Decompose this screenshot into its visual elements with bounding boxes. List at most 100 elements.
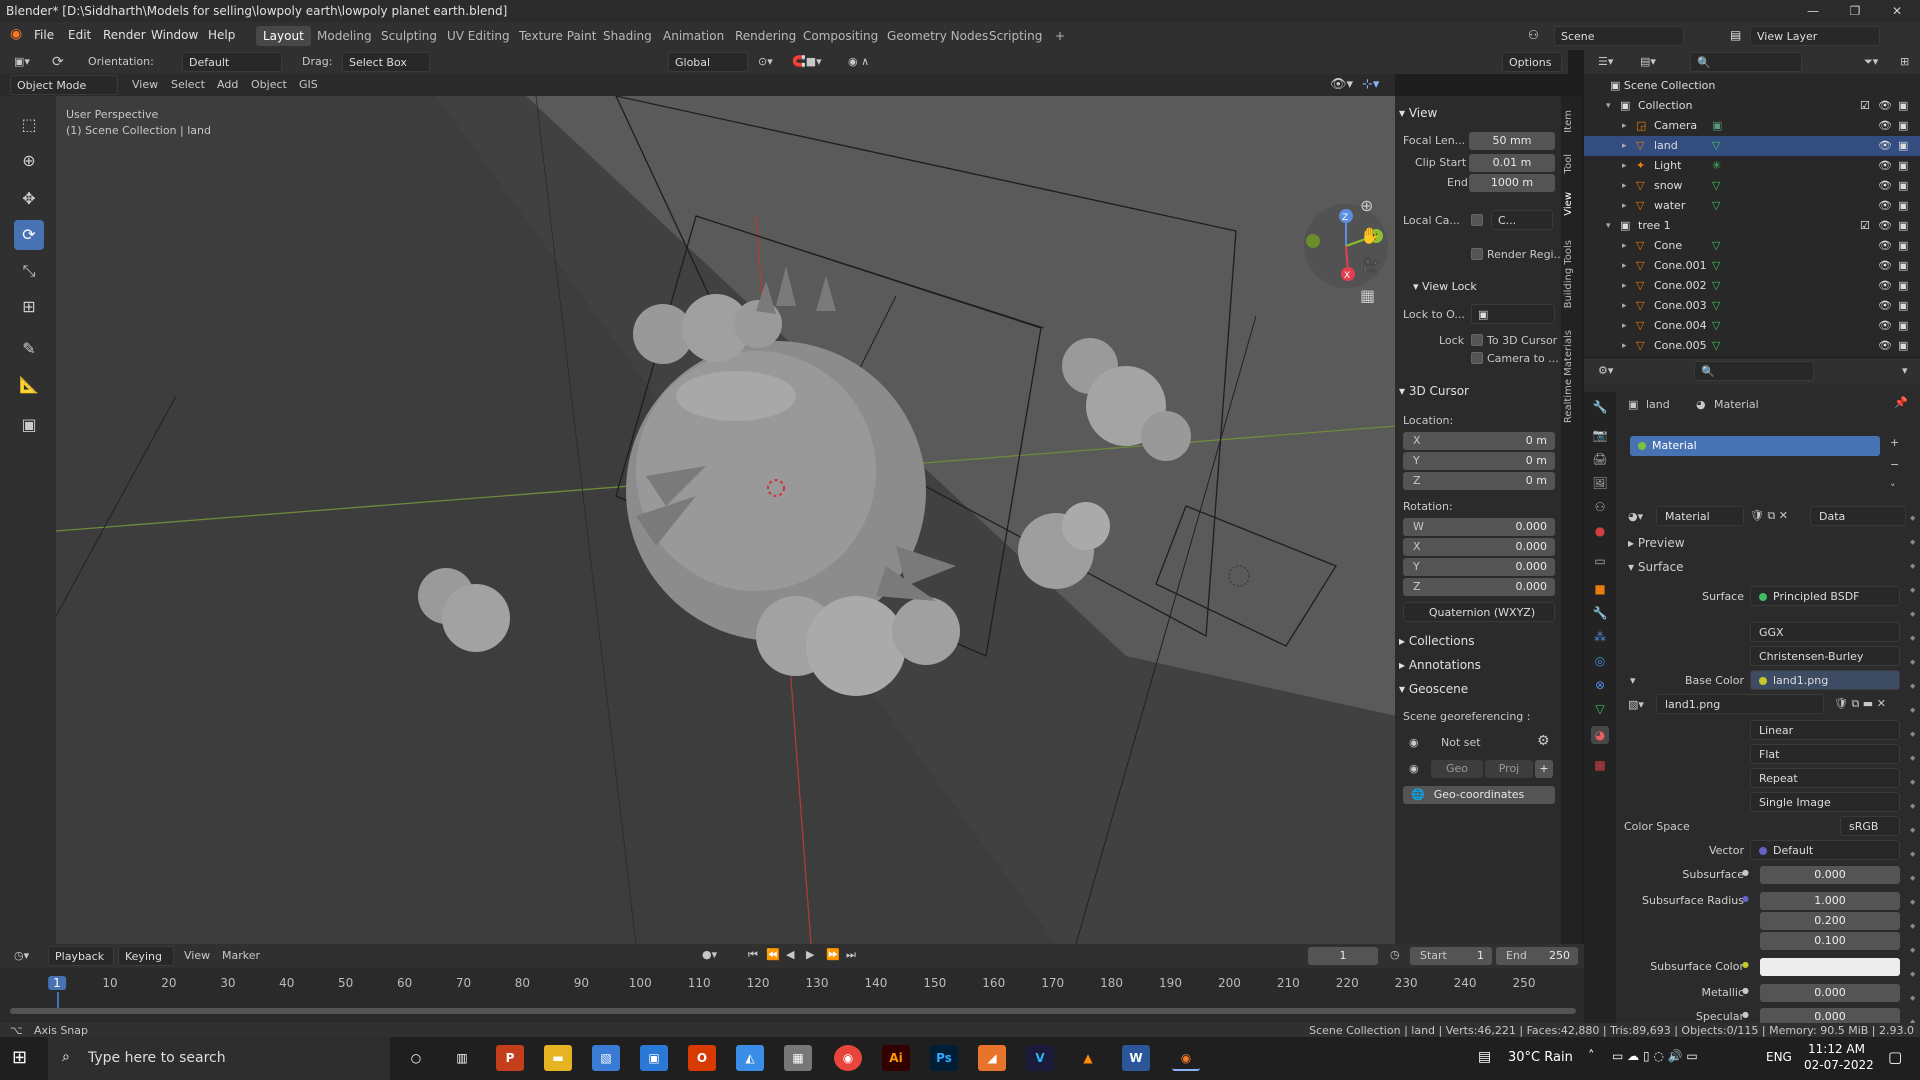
material-slot-item[interactable]: Material [1630,436,1880,456]
menu-help[interactable]: Help [208,28,235,42]
subsurface-field[interactable]: 0.000 [1760,866,1900,884]
animate-property-icon[interactable]: ◆ [1910,610,1915,618]
viewport-menu-add[interactable]: Add [217,78,238,91]
start-frame-field[interactable]: Start 1 [1410,947,1492,965]
tab-modeling[interactable]: Modeling [310,26,379,46]
tray-apps-icons[interactable]: ▭ ☁ ▯ ◌ 🔊 ▭ [1612,1049,1698,1063]
image-source-dropdown[interactable]: Single Image [1750,792,1900,812]
render-visibility-icon[interactable]: ▣ [1898,316,1908,336]
light-data-icon[interactable]: ✳ [1712,156,1721,176]
collections-section-header[interactable]: ▸ Collections [1399,634,1474,648]
display-mode-icon[interactable]: ▤▾ [1640,55,1656,68]
animate-property-icon[interactable]: ◆ [1910,946,1915,954]
weather-text[interactable]: 30°C Rain [1508,1050,1573,1065]
outliner-item-light[interactable]: ▸ ✦ Light ✳ 👁 ▣ [1584,156,1920,176]
transform-orientation-dropdown[interactable]: Global [668,52,748,72]
timeline-view-menu[interactable]: View [184,949,210,962]
render-visibility-icon[interactable]: ▣ [1898,276,1908,296]
gizmo-toggle-icon[interactable]: ⊹▾ [1362,77,1379,92]
mesh-data-icon[interactable]: ▽ [1712,136,1720,156]
material-props-icon[interactable]: ◕ [1591,726,1609,744]
visibility-icon[interactable]: 👁▾ [1330,77,1353,92]
viewport-menu-object[interactable]: Object [251,78,287,91]
animate-property-icon[interactable]: ◆ [1910,658,1915,666]
distribution-dropdown[interactable]: GGX [1750,622,1900,642]
visibility-eye-icon[interactable]: 👁 [1878,156,1892,176]
mesh-data-icon[interactable]: ▽ [1712,296,1720,316]
select-box-icon[interactable]: ⬚ [14,110,44,140]
subsurface-socket-icon[interactable]: ● [1742,868,1749,877]
tab-layout[interactable]: Layout [256,26,311,46]
metallic-field[interactable]: 0.000 [1760,984,1900,1002]
tab-shading[interactable]: Shading [596,26,659,46]
animate-property-icon[interactable]: ◆ [1910,538,1915,546]
mesh-data-icon[interactable]: ▽ [1712,336,1720,356]
cursor-rotation-y[interactable]: Y 0.000 [1403,558,1555,576]
end-frame-field[interactable]: End 250 [1496,947,1578,965]
outliner-item-land[interactable]: ▸ ▽ land ▽ 👁 ▣ [1584,136,1920,156]
frame-ruler[interactable]: 1 10 20 30 40 50 60 70 80 90 100 110 120 130 140 150 160… [0,976,1584,1010]
properties-editor-type-icon[interactable]: ⚙▾ [1598,364,1613,377]
tab-view[interactable]: View [1563,192,1580,216]
taskbar-search-box[interactable]: ⌕ Type here to search [48,1037,390,1080]
scene-props-icon[interactable]: ⚇ [1591,498,1609,516]
clock-date[interactable]: 02-07-2022 [1804,1058,1874,1072]
illustrator-icon[interactable]: Ai [882,1045,910,1071]
transform-icon[interactable]: ⊞ [14,292,44,322]
base-color-collapse-icon[interactable]: ▾ [1630,674,1636,687]
visibility-eye-icon[interactable]: 👁 [1878,216,1892,236]
camera-data-icon[interactable]: ▣ [1712,116,1722,136]
menu-window[interactable]: Window [151,28,198,42]
expand-arrow-icon[interactable]: ▸ [1622,276,1627,296]
render-visibility-icon[interactable]: ▣ [1898,336,1908,356]
mesh-data-icon[interactable]: ▽ [1712,276,1720,296]
rotate-icon[interactable]: ⟳ [14,220,44,250]
jump-end-icon[interactable]: ⏭ [846,948,856,962]
mesh-data-icon[interactable]: ▽ [1712,196,1720,216]
render-visibility-icon[interactable]: ▣ [1898,156,1908,176]
subsurface-method-dropdown[interactable]: Christensen-Burley [1750,646,1900,666]
add-cube-icon[interactable]: ▣ [14,410,44,440]
pan-hand-icon[interactable]: ✋ [1360,226,1380,245]
browse-material-icon[interactable]: ◕▾ [1628,510,1643,523]
blender-logo-icon[interactable]: ◉ [10,26,22,42]
mesh-data-icon[interactable]: ▽ [1712,256,1720,276]
visibility-eye-icon[interactable]: 👁 [1878,296,1892,316]
georef-settings-gear-icon[interactable]: ⚙ [1537,733,1550,749]
render-visibility-icon[interactable]: ▣ [1898,96,1908,116]
animate-property-icon[interactable]: ◆ [1910,922,1915,930]
tab-item[interactable]: Item [1563,110,1580,133]
cursor-rotation-w[interactable]: W 0.000 [1403,518,1555,536]
image-browse-icon[interactable]: ▧▾ [1628,698,1644,711]
tab-realtime-materials[interactable]: Realtime Materials [1563,330,1580,423]
vector-field[interactable]: Default [1750,840,1900,860]
camera-view-icon[interactable]: 🎥 [1360,256,1380,275]
animate-property-icon[interactable]: ◆ [1910,802,1915,810]
image-name-field[interactable]: land1.png [1656,694,1824,714]
notifications-icon[interactable]: ▢ [1888,1048,1902,1066]
playback-menu[interactable]: Playback [48,946,114,966]
expand-arrow-icon[interactable]: ▸ [1622,136,1627,156]
outliner-item-cone-002[interactable]: ▸ ▽ Cone.002 ▽ 👁 ▣ [1584,276,1920,296]
subsurface-radius-0[interactable]: 1.000 [1760,892,1900,910]
expand-arrow-icon[interactable]: ▸ [1622,336,1627,356]
surface-section-header[interactable]: ▾ Surface [1628,560,1684,574]
outliner-item-cone-001[interactable]: ▸ ▽ Cone.001 ▽ 👁 ▣ [1584,256,1920,276]
task-view-icon[interactable]: ▥ [448,1045,476,1071]
outliner-editor-type-icon[interactable]: ☰▾ [1598,55,1613,68]
data-props-icon[interactable]: ▽ [1591,700,1609,718]
keying-menu[interactable]: Keying [118,946,174,966]
add-workspace-icon[interactable]: + [1048,26,1072,46]
timeline-marker-menu[interactable]: Marker [222,949,260,962]
exclude-checkbox[interactable]: ☑ [1860,216,1870,236]
geo-radio-icon[interactable]: ◉ [1409,762,1419,775]
properties-options-icon[interactable]: ▾ [1902,364,1908,377]
viewport-menu-select[interactable]: Select [171,78,205,91]
tab-animation[interactable]: Animation [656,26,731,46]
snap-icon[interactable]: 🧲■▾ [792,55,822,68]
geoscene-section-header[interactable]: ▾ Geoscene [1399,682,1468,696]
texture-props-icon[interactable]: ▩ [1591,756,1609,774]
view-lock-header[interactable]: ▾ View Lock [1413,280,1477,293]
remote-icon[interactable]: ◭ [736,1045,764,1071]
editor-type-icon[interactable]: ▣▾ [14,55,30,68]
